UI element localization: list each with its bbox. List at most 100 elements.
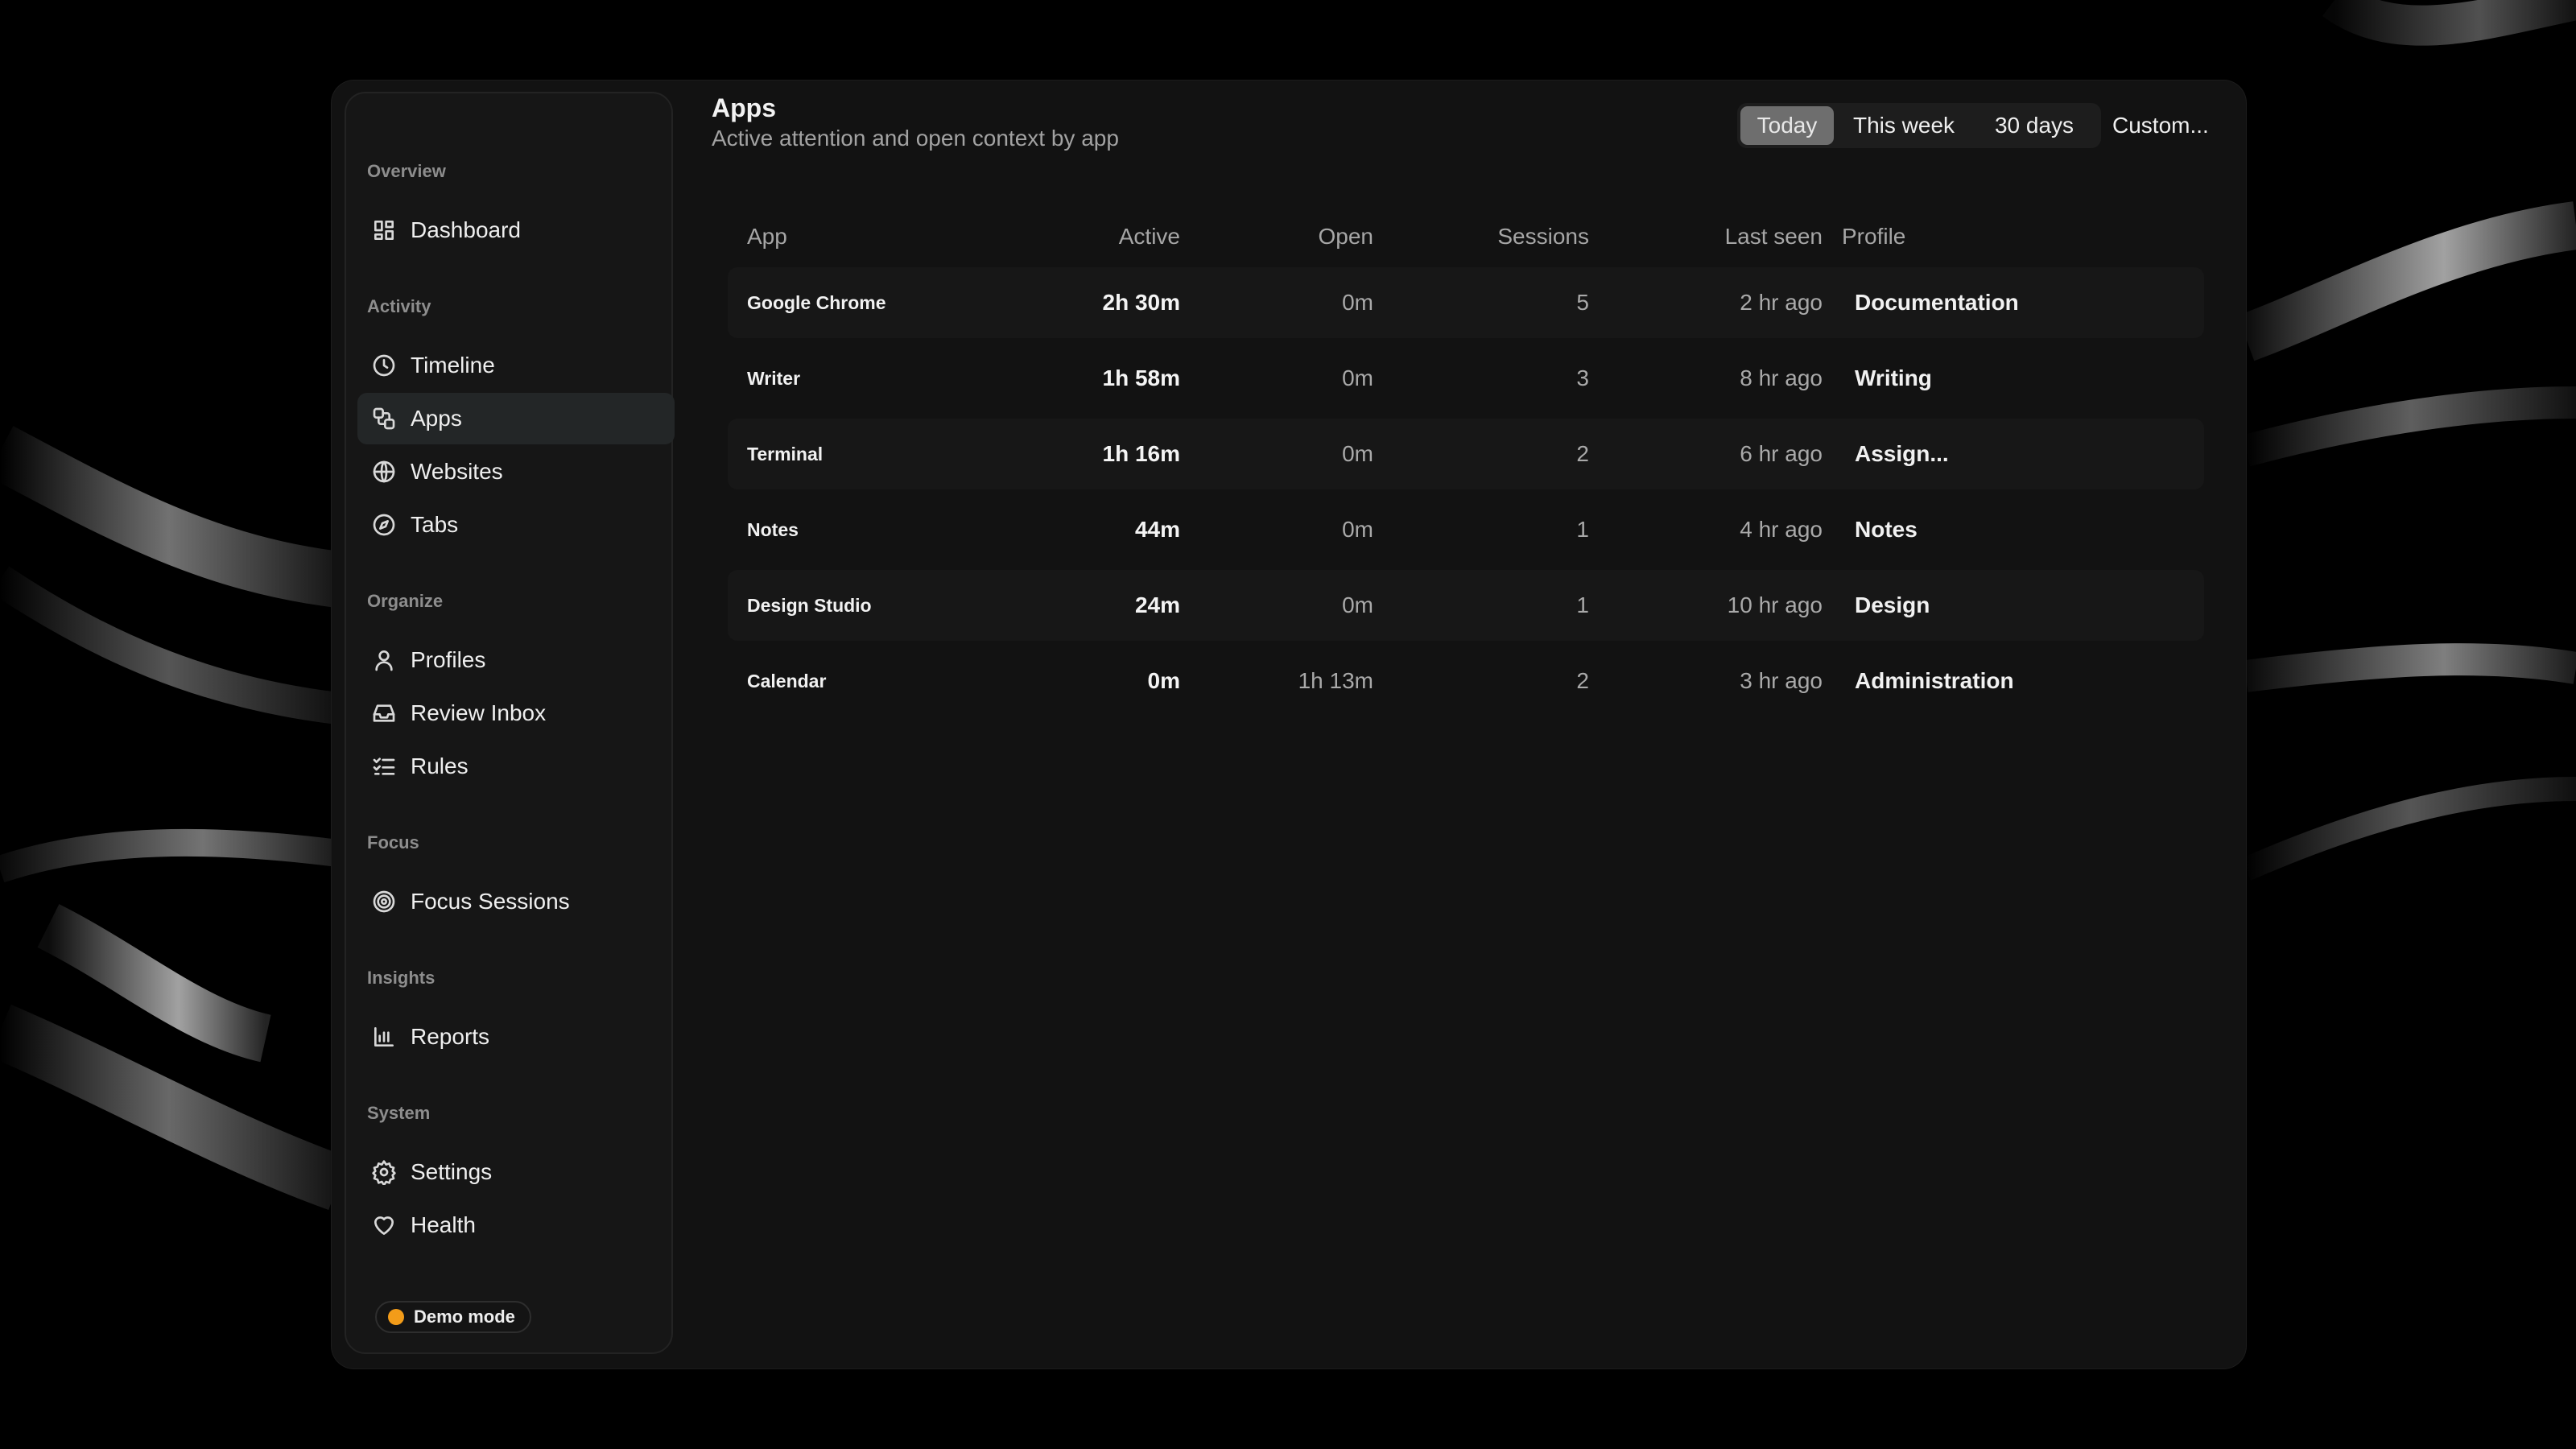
last-seen-cell: 4 hr ago bbox=[1740, 517, 1823, 542]
app-window: Overview Dashboard Activity Timeline App… bbox=[332, 80, 2246, 1368]
clock-icon bbox=[370, 352, 398, 379]
globe-icon bbox=[370, 458, 398, 485]
profile-cell[interactable]: Notes bbox=[1855, 494, 1918, 565]
sidebar-item-apps[interactable]: Apps bbox=[357, 393, 675, 444]
table-row[interactable]: Terminal 1h 16m 0m 2 6 hr ago Assign... bbox=[728, 419, 2204, 489]
sidebar-item-label: Tabs bbox=[411, 512, 459, 537]
sidebar-item-reports[interactable]: Reports bbox=[357, 1011, 675, 1063]
section-title-organize: Organize bbox=[367, 591, 444, 611]
column-header-active[interactable]: Active bbox=[1119, 224, 1180, 250]
inbox-icon bbox=[370, 700, 398, 727]
target-icon bbox=[370, 888, 398, 915]
sidebar-item-timeline[interactable]: Timeline bbox=[357, 340, 675, 391]
app-name-cell: Design Studio bbox=[747, 594, 872, 616]
profile-cell[interactable]: Documentation bbox=[1855, 267, 2019, 338]
sessions-cell: 1 bbox=[1576, 592, 1589, 617]
apps-table: App Active Open Sessions Last seen Profi… bbox=[728, 209, 2204, 721]
sidebar-item-profiles[interactable]: Profiles bbox=[357, 634, 675, 686]
sidebar-item-rules[interactable]: Rules bbox=[357, 741, 675, 792]
sidebar-item-label: Websites bbox=[411, 459, 503, 484]
app-name-cell: Writer bbox=[747, 367, 801, 389]
sessions-cell: 2 bbox=[1576, 441, 1589, 466]
table-row[interactable]: Writer 1h 58m 0m 3 8 hr ago Writing bbox=[728, 343, 2204, 414]
profile-cell[interactable]: Design bbox=[1855, 570, 1930, 641]
sessions-cell: 5 bbox=[1576, 290, 1589, 315]
last-seen-cell: 3 hr ago bbox=[1740, 668, 1823, 693]
active-time-cell: 0m bbox=[1147, 668, 1180, 693]
open-time-cell: 0m bbox=[1342, 290, 1373, 315]
last-seen-cell: 2 hr ago bbox=[1740, 290, 1823, 315]
compass-icon bbox=[370, 511, 398, 539]
app-name-cell: Terminal bbox=[747, 443, 824, 464]
profile-cell[interactable]: Writing bbox=[1855, 343, 1932, 414]
sidebar-item-label: Health bbox=[411, 1212, 476, 1237]
section-title-focus: Focus bbox=[367, 832, 419, 852]
table-row[interactable]: Notes 44m 0m 1 4 hr ago Notes bbox=[728, 494, 2204, 565]
range-today-button[interactable]: Today bbox=[1740, 106, 1834, 145]
sidebar-item-label: Timeline bbox=[411, 353, 495, 378]
table-row[interactable]: Design Studio 24m 0m 1 10 hr ago Design bbox=[728, 570, 2204, 641]
sessions-cell: 2 bbox=[1576, 668, 1589, 693]
last-seen-cell: 6 hr ago bbox=[1740, 441, 1823, 466]
heart-icon bbox=[370, 1212, 398, 1239]
sidebar-item-health[interactable]: Health bbox=[357, 1199, 675, 1251]
active-time-cell: 44m bbox=[1134, 517, 1180, 542]
active-time-cell: 2h 30m bbox=[1102, 290, 1181, 315]
gear-icon bbox=[370, 1158, 398, 1186]
open-time-cell: 0m bbox=[1342, 365, 1373, 390]
user-icon bbox=[370, 646, 398, 674]
section-title-insights: Insights bbox=[367, 968, 436, 988]
custom-range-button[interactable]: Custom... bbox=[2112, 106, 2209, 145]
sidebar-item-label: Focus Sessions bbox=[411, 889, 570, 914]
table-body: Google Chrome 2h 30m 0m 5 2 hr ago Documentat… bbox=[728, 267, 2204, 716]
table-header: App Active Open Sessions Last seen Profi… bbox=[728, 209, 2204, 267]
bar-chart-icon bbox=[370, 1023, 398, 1051]
last-seen-cell: 8 hr ago bbox=[1740, 365, 1823, 390]
last-seen-cell: 10 hr ago bbox=[1727, 592, 1823, 617]
open-time-cell: 1h 13m bbox=[1298, 668, 1373, 693]
sidebar-item-tabs[interactable]: Tabs bbox=[357, 499, 675, 551]
status-dot bbox=[388, 1309, 404, 1325]
active-time-cell: 24m bbox=[1134, 592, 1180, 617]
sidebar-item-label: Review Inbox bbox=[411, 700, 547, 725]
column-header-profile[interactable]: Profile bbox=[1842, 224, 1905, 250]
sidebar-item-dashboard[interactable]: Dashboard bbox=[357, 204, 675, 256]
apps-icon bbox=[370, 405, 398, 432]
app-name-cell: Notes bbox=[747, 518, 799, 540]
sidebar-item-label: Rules bbox=[411, 753, 469, 778]
range-this-week-button[interactable]: This week bbox=[1837, 106, 1971, 145]
sidebar-item-label: Profiles bbox=[411, 647, 486, 672]
demo-mode-badge[interactable]: Demo mode bbox=[375, 1301, 531, 1333]
table-row[interactable]: Google Chrome 2h 30m 0m 5 2 hr ago Documentat… bbox=[728, 267, 2204, 338]
section-title-activity: Activity bbox=[367, 296, 431, 316]
profile-cell[interactable]: Administration bbox=[1855, 646, 2014, 716]
column-header-app[interactable]: App bbox=[747, 224, 787, 250]
column-header-open[interactable]: Open bbox=[1319, 224, 1374, 250]
active-time-cell: 1h 16m bbox=[1102, 441, 1181, 466]
sidebar-item-focus-sessions[interactable]: Focus Sessions bbox=[357, 876, 675, 927]
sidebar-item-review-inbox[interactable]: Review Inbox bbox=[357, 687, 675, 739]
page-title: Apps bbox=[712, 93, 776, 122]
active-time-cell: 1h 58m bbox=[1102, 365, 1181, 390]
sidebar-item-settings[interactable]: Settings bbox=[357, 1146, 675, 1198]
dashboard-icon bbox=[370, 217, 398, 244]
open-time-cell: 0m bbox=[1342, 592, 1373, 617]
app-name-cell: Google Chrome bbox=[747, 291, 886, 313]
section-title-overview: Overview bbox=[367, 161, 446, 181]
sessions-cell: 3 bbox=[1576, 365, 1589, 390]
profile-cell[interactable]: Assign... bbox=[1855, 419, 1949, 489]
page-subtitle: Active attention and open context by app bbox=[712, 126, 1119, 151]
open-time-cell: 0m bbox=[1342, 517, 1373, 542]
date-range-selector: Today This week 30 days bbox=[1737, 103, 2101, 148]
app-name-cell: Calendar bbox=[747, 670, 827, 691]
sidebar-item-websites[interactable]: Websites bbox=[357, 446, 675, 497]
demo-mode-label: Demo mode bbox=[414, 1307, 515, 1327]
table-row[interactable]: Calendar 0m 1h 13m 2 3 hr ago Administration bbox=[728, 646, 2204, 716]
column-header-sessions[interactable]: Sessions bbox=[1497, 224, 1589, 250]
sidebar-item-label: Reports bbox=[411, 1024, 490, 1049]
sidebar: Overview Dashboard Activity Timeline App… bbox=[345, 92, 675, 1354]
range-30-days-button[interactable]: 30 days bbox=[1974, 106, 2095, 145]
checklist-icon bbox=[370, 753, 398, 780]
sidebar-item-label: Dashboard bbox=[411, 217, 521, 242]
column-header-last-seen[interactable]: Last seen bbox=[1725, 224, 1823, 250]
